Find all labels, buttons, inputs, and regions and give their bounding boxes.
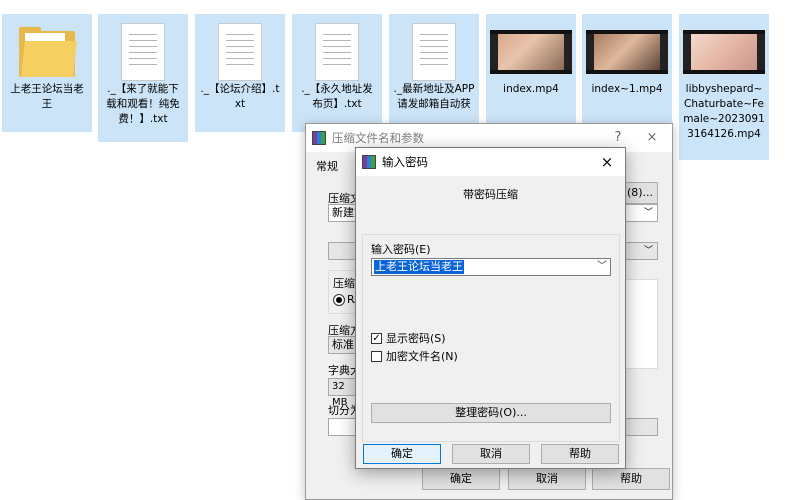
password-label: 输入密码(E) (371, 243, 431, 256)
file-name: ._【永久地址发布页】.txt (301, 83, 373, 110)
chevron-down-icon: ﹀ (643, 208, 653, 218)
radio-icon (333, 293, 345, 306)
file-video-2[interactable]: index~1.mp4 (582, 14, 672, 132)
method-select[interactable]: 标准 (328, 336, 358, 354)
file-name: index.mp4 (503, 83, 559, 95)
file-name: ._最新地址及APP请发邮箱自动获 (393, 83, 475, 110)
help-button[interactable]: 帮助 (592, 468, 670, 490)
file-folder[interactable]: 上老王论坛当老王 (2, 14, 92, 132)
manage-passwords-button[interactable]: 整理密码(O)... (371, 403, 611, 423)
text-file-icon (315, 22, 359, 82)
dialog-caption: 带密码压缩 (463, 188, 518, 201)
dialog-title: 压缩文件名和参数 (332, 131, 424, 145)
text-file-icon (121, 22, 165, 82)
close-icon[interactable]: × (597, 152, 617, 172)
file-name: ._【来了就能下载和观看！纯免费！】.txt (106, 83, 180, 125)
file-text-1[interactable]: ._【来了就能下载和观看！纯免费！】.txt (98, 14, 188, 142)
password-value: 上老王论坛当老王 (374, 260, 464, 274)
password-input[interactable]: 上老王论坛当老王 ﹀ (371, 258, 611, 276)
file-video-3[interactable]: libbyshepard~Chaturbate~Female~202309131… (679, 14, 769, 160)
show-password-checkbox[interactable]: ✓ 显示密码(S) (371, 330, 446, 346)
file-text-4[interactable]: ._最新地址及APP请发邮箱自动获 (389, 14, 479, 132)
text-file-icon (218, 22, 262, 82)
chevron-down-icon[interactable]: ﹀ (597, 259, 607, 275)
encrypt-filenames-checkbox[interactable]: 加密文件名(N) (371, 348, 458, 364)
video-file-icon (490, 22, 572, 82)
browse-button[interactable]: (8)... (622, 182, 658, 204)
video-file-icon (586, 22, 668, 82)
close-icon[interactable]: × (642, 128, 662, 148)
checkbox-icon (371, 350, 382, 362)
file-text-3[interactable]: ._【永久地址发布页】.txt (292, 14, 382, 132)
file-video-1[interactable]: index.mp4 (486, 14, 576, 132)
file-name: libbyshepard~Chaturbate~Female~202309131… (683, 83, 765, 140)
chevron-down-icon: ﹀ (643, 246, 653, 256)
dialog-title: 输入密码 (382, 155, 428, 169)
title-bar: 输入密码 × (356, 148, 625, 176)
ok-button[interactable]: 确定 (422, 468, 500, 490)
help-icon[interactable]: ? (608, 128, 628, 148)
file-text-2[interactable]: ._【论坛介绍】.txt (195, 14, 285, 132)
file-name: ._【论坛介绍】.txt (200, 83, 280, 110)
split-field[interactable] (328, 418, 358, 436)
help-button[interactable]: 帮助 (541, 444, 619, 464)
encrypt-filenames-label: 加密文件名(N) (386, 350, 458, 363)
file-name: 上老王论坛当老王 (10, 83, 84, 110)
winrar-icon (312, 131, 326, 145)
cancel-button[interactable]: 取消 (508, 468, 586, 490)
folder-icon (19, 22, 77, 82)
password-dialog: 输入密码 × 带密码压缩 输入密码(E) 上老王论坛当老王 ﹀ ✓ 显示密码(S… (355, 147, 626, 469)
tab-general[interactable]: 常规 (316, 158, 338, 174)
cancel-button[interactable]: 取消 (452, 444, 530, 464)
checkbox-checked-icon: ✓ (371, 332, 382, 344)
winrar-icon (362, 155, 376, 169)
video-file-icon (683, 22, 765, 82)
text-file-icon (412, 22, 456, 82)
dictionary-select[interactable]: 32 MB (328, 378, 358, 408)
format-label: 压缩 (333, 277, 355, 290)
show-password-label: 显示密码(S) (386, 332, 446, 345)
ok-button[interactable]: 确定 (363, 444, 441, 464)
file-name: index~1.mp4 (591, 83, 663, 95)
